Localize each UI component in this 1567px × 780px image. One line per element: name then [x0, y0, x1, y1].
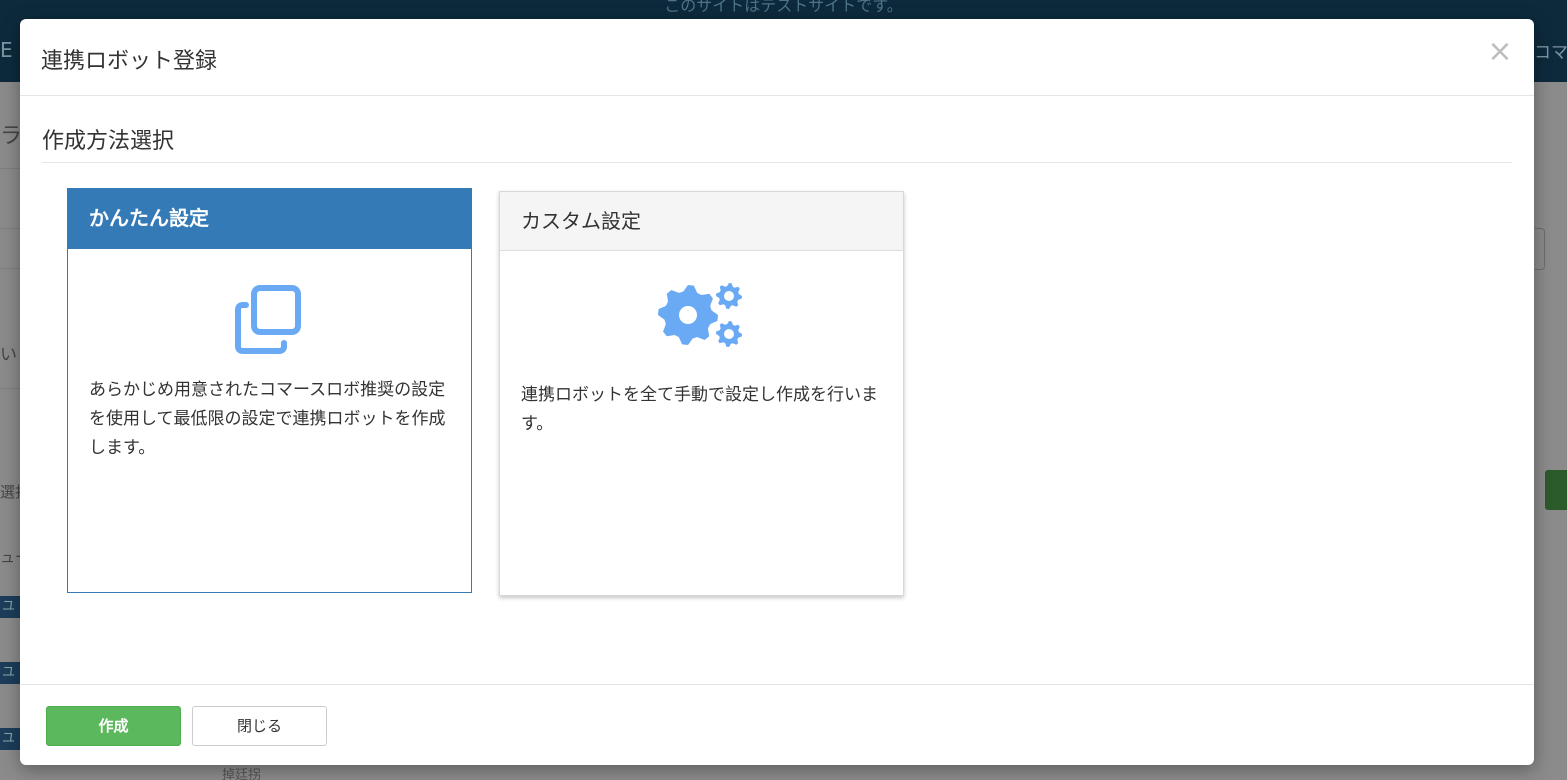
- background-notice: このサイトはテストサイトです。: [664, 0, 903, 15]
- background-divider: [0, 168, 20, 169]
- small-gear-top-icon: [716, 283, 742, 309]
- close-button[interactable]: 閉じる: [192, 706, 327, 746]
- background-chip: ユ: [0, 662, 20, 684]
- background-text: 掉廷拐: [222, 768, 262, 780]
- background-divider: [0, 388, 20, 389]
- easy-setting-card[interactable]: かんたん設定 あらかじめ用意されたコマースロボ推奨の設定を使用して最低限の設定で…: [67, 188, 472, 593]
- copy-icon: [234, 285, 304, 355]
- background-input: [1535, 228, 1545, 270]
- custom-setting-card[interactable]: カスタム設定 連携ロボットを全て手動で設定し作成を行います。: [499, 191, 904, 596]
- background-text: い: [0, 345, 17, 365]
- section-title: 作成方法選択: [42, 129, 175, 154]
- custom-setting-description: 連携ロボットを全て手動で設定し作成を行います。: [521, 385, 878, 434]
- background-chip: ユ: [0, 728, 20, 750]
- background-brand: E: [0, 38, 13, 62]
- custom-setting-card-title: カスタム設定: [500, 192, 903, 251]
- background-divider: [0, 228, 20, 229]
- background-text: ラ: [0, 124, 23, 149]
- background-menu-fragment: コマ: [1534, 43, 1567, 63]
- easy-setting-description: あらかじめ用意されたコマースロボ推奨の設定を使用して最低限の設定で連携ロボットを…: [89, 380, 446, 458]
- close-icon[interactable]: ×: [1486, 35, 1514, 69]
- create-button[interactable]: 作成: [46, 706, 181, 746]
- large-gear-icon: [658, 285, 718, 345]
- background-chip: ユ: [0, 596, 20, 618]
- robot-registration-modal: 連携ロボット登録 × 作成方法選択 かんたん設定 あらかじめ用意されたコマースロ…: [20, 19, 1534, 765]
- background-green-button: [1545, 470, 1567, 510]
- gears-icon: [658, 281, 746, 349]
- easy-setting-card-title: かんたん設定: [68, 189, 471, 249]
- background-divider: [0, 268, 20, 269]
- modal-header: 連携ロボット登録 ×: [20, 19, 1534, 96]
- modal-title: 連携ロボット登録: [41, 49, 218, 74]
- modal-footer: 作成 閉じる: [20, 684, 1534, 765]
- small-gear-bottom-icon: [716, 321, 742, 347]
- section-divider: [42, 162, 1512, 163]
